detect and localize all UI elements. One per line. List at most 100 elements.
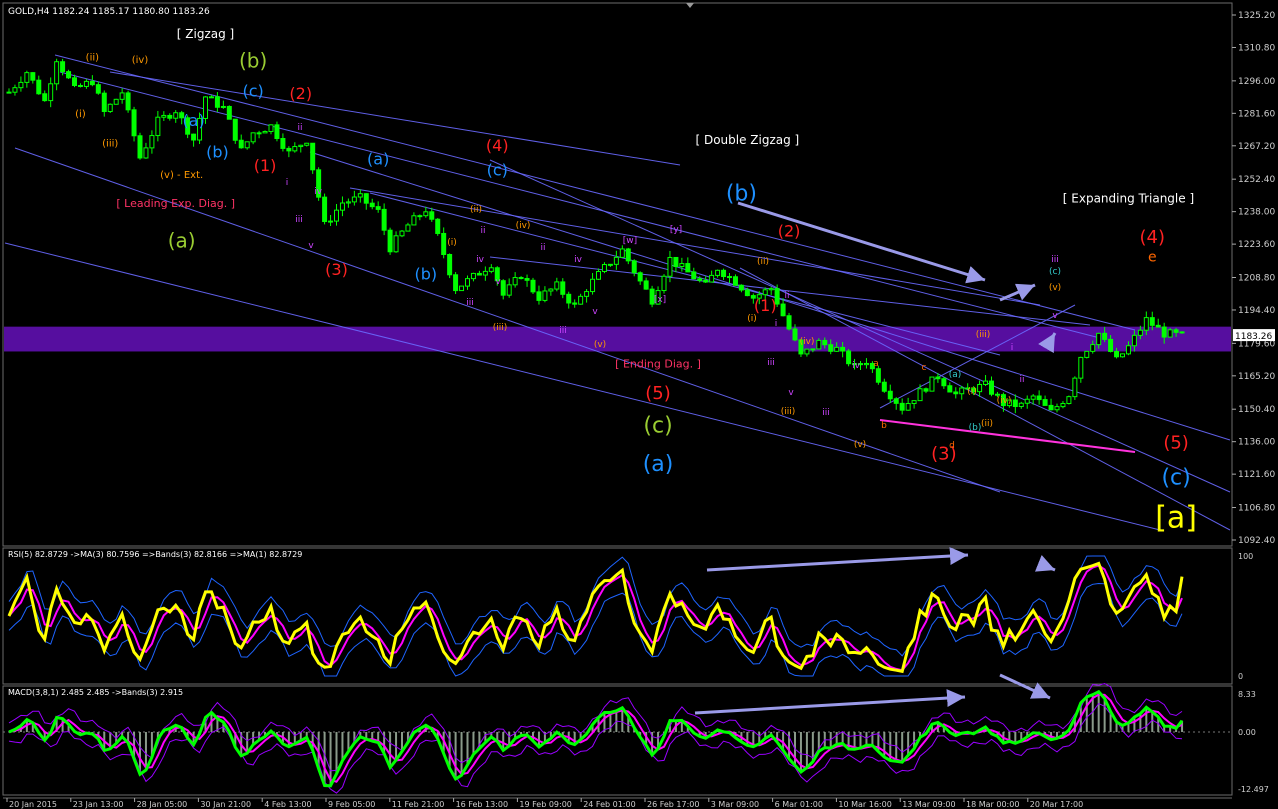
wave-label: (c) [487,161,508,180]
trend-arrow [694,689,966,715]
trend-line [4,242,1161,531]
sub-wave-label: [y] [670,225,682,235]
wave-label: (b) [239,48,267,72]
candle-body [738,284,744,291]
candle-body [1167,329,1173,338]
sub-wave-label: i [1011,343,1014,353]
candle [1012,394,1018,414]
time-tick-label: 3 Mar 09:00 [711,800,759,809]
candle-body [667,256,673,277]
candle-body [1161,326,1167,338]
candle-body [1155,324,1161,328]
candle-body [607,263,613,266]
candle-body [357,193,363,198]
price-tick-label: 1252.40 [1238,175,1275,185]
candle-body [530,279,536,293]
sub-wave-label: (iv) [516,221,531,231]
wave-label: (v) - Ext. [160,170,203,181]
candle [101,90,107,117]
candle [274,121,280,142]
price-tick-label: 1092.40 [1238,536,1275,546]
candle-body [619,248,625,258]
candle [542,286,548,303]
candle [155,110,161,142]
candle [399,229,405,238]
candle-body [601,264,607,273]
candle-body [12,87,18,93]
candle [887,384,893,404]
candle-body [429,211,435,220]
candle-body [143,147,149,159]
sub-wave-label: iii [822,408,830,418]
chart-canvas[interactable]: 1325.20 1310.80 1296.00 1281.60 1267.20 1252.… [0,0,1278,809]
candle-body [161,114,167,118]
candle-body [804,348,810,355]
price-tick-label: 1150.40 [1238,405,1275,415]
candle [1066,395,1072,405]
chart-shift-marker [686,3,694,8]
candle [989,376,994,397]
candle-body [1173,329,1179,333]
candle [268,124,274,135]
candle [512,272,518,288]
candle-body [846,350,852,365]
candle [1072,376,1078,400]
candle-body [1012,399,1018,408]
candle [375,201,381,213]
time-tick-label: 30 Jan 21:00 [200,800,251,809]
sub-wave-label: iii [466,298,474,308]
candle-body [155,116,161,137]
candle [983,375,989,387]
sub-wave-label: (ii) [470,205,482,215]
candle-body [1048,404,1054,411]
time-tick-label: 10 Mar 16:00 [838,800,891,809]
candle-body [881,381,887,392]
candle [42,90,48,102]
wave-label: [ Double Zigzag ] [695,133,799,147]
candle [625,247,631,265]
candle-body [238,139,244,149]
sub-wave-label: (v) [594,340,606,350]
price-tick-label: 1267.20 [1238,142,1275,152]
candle-body [465,278,470,287]
candle-body [1131,334,1137,347]
candle-body [542,290,548,301]
candle [286,146,292,158]
sub-wave-label: ii [1019,375,1024,385]
candle-body [1149,317,1155,326]
candle-body [1179,331,1185,334]
candle-body [721,269,727,278]
candle [727,272,732,284]
candle [804,348,810,357]
trend-arrow [737,201,986,284]
time-tick-label: 6 Mar 01:00 [775,800,823,809]
candle-body [351,196,357,203]
wave-label: (a) [168,229,196,253]
sub-wave-label: iv [574,255,583,265]
last-price-label: 1183.26 [1235,332,1272,342]
macd-tick-label: 0.00 [1238,728,1256,737]
candle-body [125,92,131,111]
candle-body [387,229,393,253]
candle-body [72,77,77,86]
price-tick-label: 1325.20 [1238,11,1275,21]
wave-label: (ii) [86,53,99,64]
sub-wave-label: i [286,178,289,188]
candle-body [6,91,12,94]
candle [578,293,584,305]
candle-body [685,263,691,273]
candle [643,277,649,290]
candle [214,92,220,112]
candle-body [1030,395,1036,400]
sub-wave-label: (c) [1049,267,1061,277]
candle-body [572,302,578,305]
candle [476,270,482,276]
candle-body [131,109,137,137]
candle-body [214,96,220,108]
candle-body [959,387,965,395]
candle [411,212,417,226]
candle [518,276,524,280]
candle [54,58,60,91]
candle-body [18,81,24,89]
sub-wave-label: ii [297,123,302,133]
